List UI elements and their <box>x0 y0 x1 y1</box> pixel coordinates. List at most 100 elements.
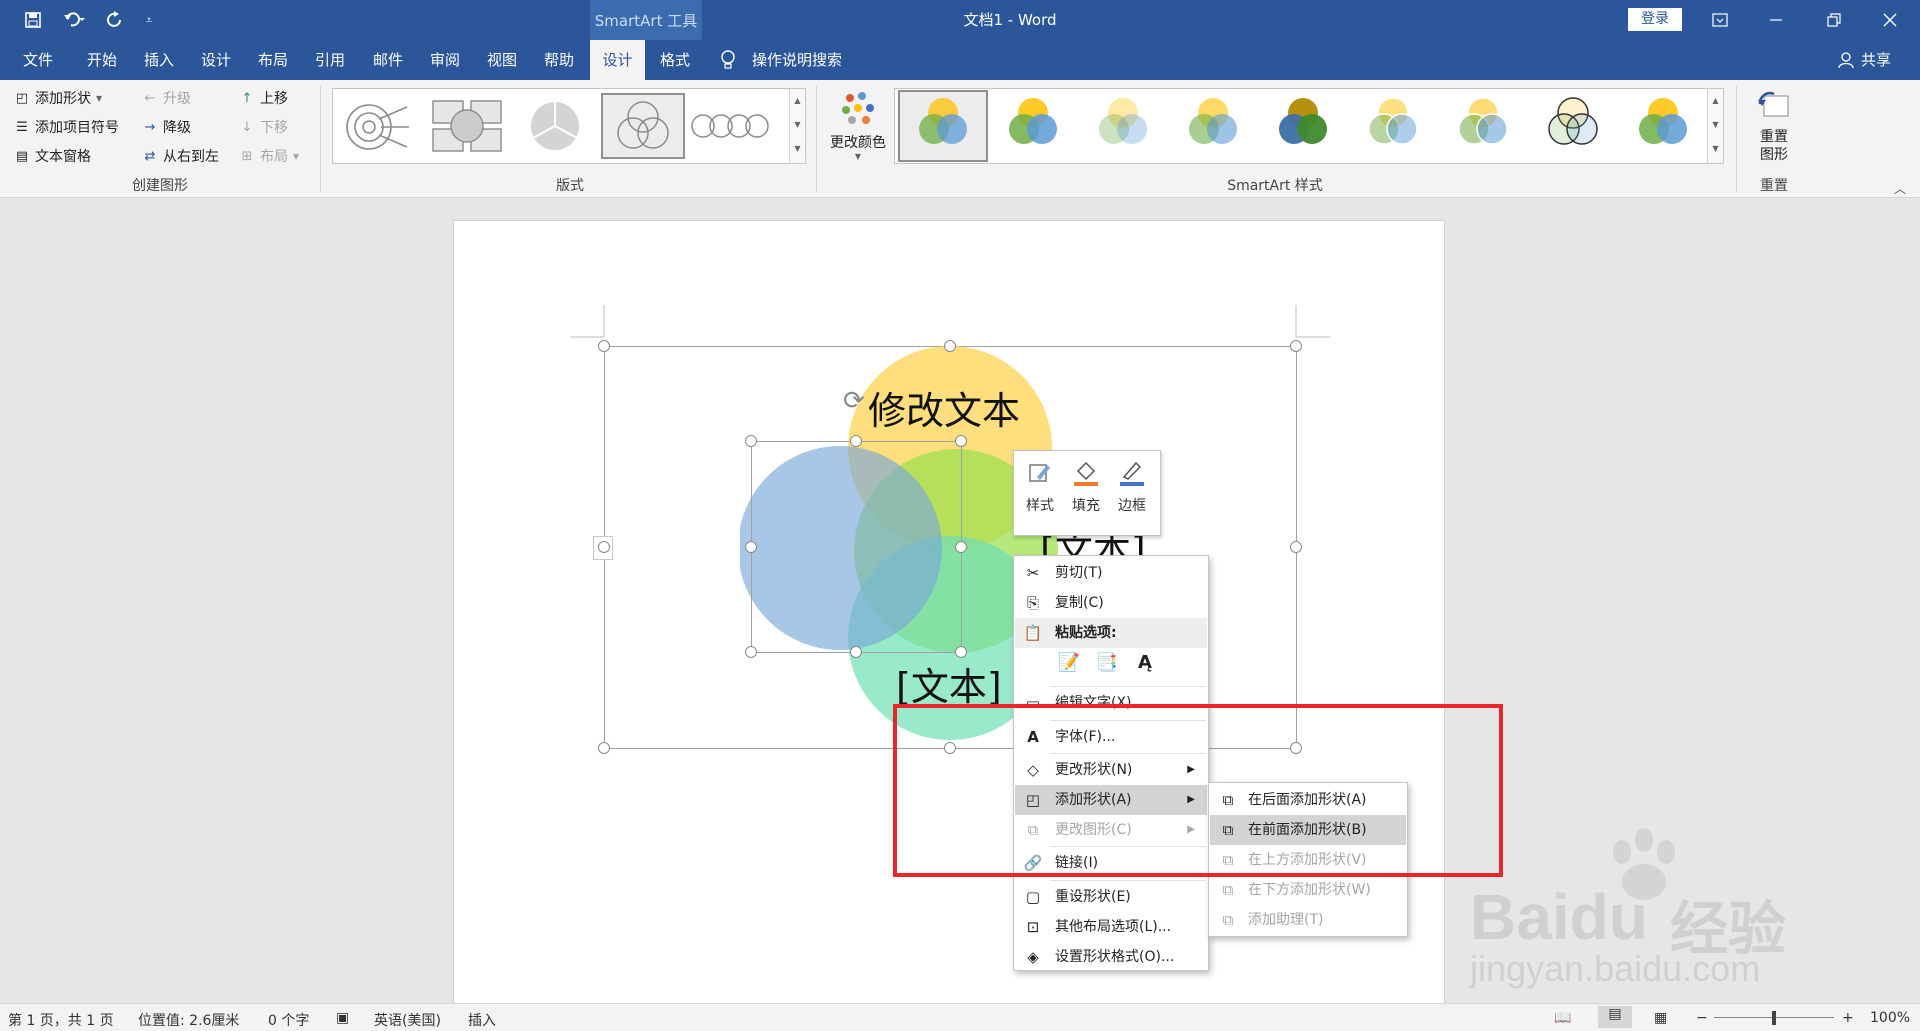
status-language[interactable]: 英语(美国) <box>374 1010 441 1030</box>
venn-bottom-text[interactable]: [文本] <box>896 656 1002 711</box>
ribbon-display-icon[interactable] <box>1692 0 1748 40</box>
proofing-icon[interactable]: ▣ <box>336 1010 349 1026</box>
right-to-left-button[interactable]: ⇄ 从右到左 <box>142 146 219 166</box>
rotate-handle-icon[interactable]: ⟳ <box>843 386 865 416</box>
status-page[interactable]: 第 1 页，共 1 页 <box>8 1010 114 1030</box>
smartart-styles-gallery[interactable]: ▲ ▼ ▼ <box>894 88 1724 164</box>
add-shape-button[interactable]: ◰ 添加形状 ▼ <box>14 88 102 108</box>
change-colors-button[interactable]: 更改颜色 ▼ <box>826 88 890 168</box>
style-thumbnail[interactable] <box>1099 98 1147 144</box>
submenu-add-assistant[interactable]: ⧉ 添加助理(T) <box>1210 905 1406 935</box>
resize-handle[interactable] <box>955 541 967 553</box>
read-mode-icon[interactable]: 📖 <box>1554 1010 1571 1026</box>
resize-handle[interactable] <box>745 541 757 553</box>
baidu-watermark: Baidu 经验 jingyan.baidu.com <box>1470 810 1870 990</box>
menu-cut[interactable]: ✂ 剪切(T) <box>1015 558 1207 588</box>
zoom-thumb[interactable] <box>1772 1011 1776 1025</box>
tab-format[interactable]: 格式 <box>650 40 700 80</box>
status-word-count[interactable]: 0 个字 <box>268 1010 309 1030</box>
resize-handle[interactable] <box>598 541 610 553</box>
layout-basic-venn[interactable] <box>601 93 685 159</box>
menu-reset-shape[interactable]: ▢ 重设形状(E) <box>1015 882 1207 912</box>
tab-references[interactable]: 引用 <box>308 40 352 80</box>
tab-design[interactable]: 设计 <box>194 40 238 80</box>
tab-view[interactable]: 视图 <box>480 40 524 80</box>
tab-smartart-design[interactable]: 设计 <box>590 40 645 80</box>
style-thumbnail[interactable] <box>1279 98 1327 144</box>
web-layout-icon[interactable]: ▦ <box>1654 1010 1667 1026</box>
mini-style-button[interactable]: 样式 <box>1020 459 1060 515</box>
style-thumbnail[interactable] <box>1458 97 1508 145</box>
restore-icon[interactable] <box>1806 0 1862 40</box>
tell-me-search[interactable]: 操作说明搜索 <box>752 40 852 80</box>
style-thumbnail[interactable] <box>1639 98 1687 144</box>
resize-handle[interactable] <box>598 340 610 352</box>
redo-icon[interactable] <box>98 0 132 40</box>
reset-graphic-button[interactable]: 重置图形 <box>1746 88 1802 164</box>
reset-group-label: 重置 <box>1760 178 1788 194</box>
login-button[interactable]: 登录 <box>1628 8 1682 31</box>
status-mode[interactable]: 插入 <box>468 1010 496 1030</box>
layouts-gallery[interactable]: ▲ ▼ ▼ <box>332 88 806 164</box>
move-up-button[interactable]: ↑ 上移 <box>239 88 288 108</box>
tab-layout[interactable]: 布局 <box>251 40 295 80</box>
resize-handle[interactable] <box>955 646 967 658</box>
minimize-icon[interactable] <box>1748 0 1804 40</box>
paste-picture-icon[interactable]: 📑 <box>1092 652 1122 682</box>
mini-outline-button[interactable]: 边框 <box>1112 459 1152 515</box>
paste-text-only-icon[interactable]: Ą <box>1130 652 1160 682</box>
customize-icon[interactable]: ⩡ <box>132 0 166 40</box>
style-thumbnail[interactable] <box>1548 97 1598 145</box>
tab-review[interactable]: 审阅 <box>423 40 467 80</box>
paste-keep-format-icon[interactable]: 📝 <box>1054 652 1084 682</box>
print-layout-icon[interactable]: ▤ <box>1598 1006 1632 1028</box>
style-thumbnail[interactable] <box>898 90 988 162</box>
resize-handle[interactable] <box>1290 340 1302 352</box>
mini-fill-button[interactable]: 填充 <box>1066 459 1106 515</box>
share-button[interactable]: 共享 <box>1856 40 1896 80</box>
resize-handle[interactable] <box>598 742 610 754</box>
styles-scroll[interactable]: ▲ ▼ ▼ <box>1707 89 1723 163</box>
promote-button[interactable]: ← 升级 <box>142 88 191 108</box>
tab-mailings[interactable]: 邮件 <box>366 40 410 80</box>
text-pane-button[interactable]: ▤ 文本窗格 <box>14 146 91 166</box>
menu-copy[interactable]: ⎘ 复制(C) <box>1015 588 1207 618</box>
style-thumbnail[interactable] <box>1189 98 1237 144</box>
style-thumbnail[interactable] <box>1009 98 1057 144</box>
undo-icon[interactable] <box>54 0 94 40</box>
resize-handle[interactable] <box>850 646 862 658</box>
lightbulb-icon <box>720 50 736 74</box>
layout-button[interactable]: ⊞ 布局 ▼ <box>239 146 300 166</box>
resize-handle[interactable] <box>850 435 862 447</box>
zoom-in-icon[interactable]: + <box>1842 1010 1854 1026</box>
demote-button[interactable]: → 降级 <box>142 117 191 137</box>
resize-handle[interactable] <box>745 435 757 447</box>
submenu-add-below[interactable]: ⧉ 在下方添加形状(W) <box>1210 875 1406 905</box>
zoom-out-icon[interactable]: − <box>1696 1010 1708 1026</box>
tab-file[interactable]: 文件 <box>16 40 60 80</box>
add-bullet-button[interactable]: ☰ 添加项目符号 <box>14 117 119 137</box>
resize-handle[interactable] <box>944 340 956 352</box>
menu-format-shape[interactable]: ◈ 设置形状格式(O)... <box>1015 942 1207 972</box>
move-down-button[interactable]: ↓ 下移 <box>239 117 288 137</box>
gallery-scroll[interactable]: ▲ ▼ ▼ <box>789 89 805 163</box>
venn-top-text[interactable]: 修改文本 <box>868 380 1020 435</box>
resize-handle[interactable] <box>955 435 967 447</box>
tab-insert[interactable]: 插入 <box>137 40 181 80</box>
tab-help[interactable]: 帮助 <box>537 40 581 80</box>
layout-linear-venn[interactable] <box>689 93 773 159</box>
style-thumbnails[interactable] <box>895 89 1707 163</box>
status-position[interactable]: 位置值: 2.6厘米 <box>138 1010 239 1030</box>
style-thumbnail[interactable] <box>1368 97 1418 145</box>
layout-pie[interactable] <box>513 93 597 159</box>
layout-matrix[interactable] <box>425 93 509 159</box>
collapse-ribbon-icon[interactable]: ︿ <box>1894 180 1906 197</box>
close-icon[interactable] <box>1862 0 1918 40</box>
tab-home[interactable]: 开始 <box>80 40 124 80</box>
resize-handle[interactable] <box>1290 541 1302 553</box>
save-icon[interactable] <box>16 0 50 40</box>
menu-more-layout[interactable]: ⊡ 其他布局选项(L)... <box>1015 912 1207 942</box>
zoom-level[interactable]: 100% <box>1870 1010 1910 1026</box>
resize-handle[interactable] <box>745 646 757 658</box>
layout-target-venn[interactable] <box>337 93 421 159</box>
